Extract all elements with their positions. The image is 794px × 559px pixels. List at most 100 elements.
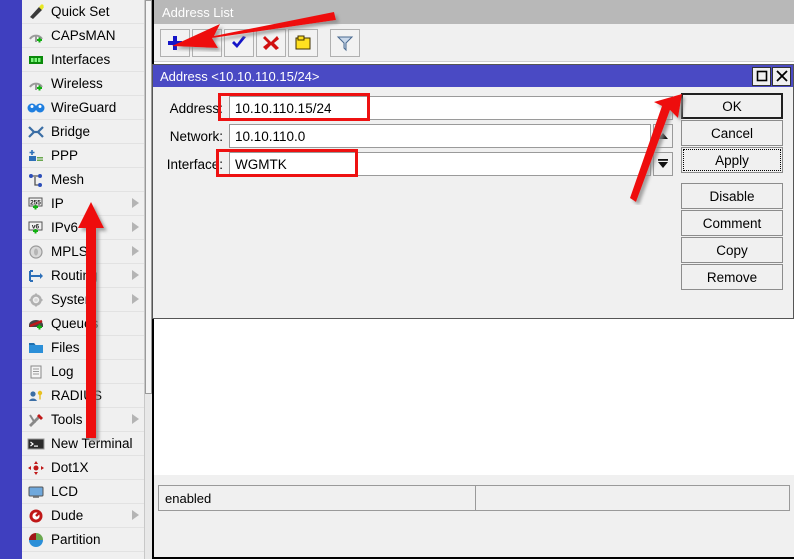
apply-button[interactable]: Apply — [681, 147, 783, 173]
sidebar-item-new-terminal[interactable]: New Terminal — [22, 432, 144, 456]
quickset-icon — [25, 3, 47, 21]
sidebar-item-label: LCD — [51, 483, 79, 499]
caret-up-icon — [658, 133, 668, 139]
address-field[interactable]: 10.10.110.15/24 — [228, 96, 673, 120]
sidebar-item-label: Wireless — [51, 75, 103, 91]
disable-dialog-button[interactable]: Disable — [681, 183, 783, 209]
add-button[interactable] — [160, 28, 190, 57]
sidebar-item-label: Tools — [51, 411, 83, 427]
dot1x-icon — [25, 459, 47, 477]
sidebar-item-lcd[interactable]: LCD — [22, 480, 144, 504]
remove-button[interactable] — [192, 28, 222, 57]
sidebar-item-label: MPLS — [51, 243, 88, 259]
status-bar: enabled — [154, 475, 794, 517]
note-icon — [295, 35, 311, 49]
plus-icon — [168, 35, 182, 50]
ok-button[interactable]: OK — [681, 93, 783, 119]
sidebar-item-label: Dude — [51, 507, 84, 523]
sidebar-item-label: Dot1X — [51, 459, 89, 475]
partition-icon — [25, 531, 47, 549]
address-dialog-form: Address: 10.10.110.15/24 Network: 10.10.… — [153, 87, 673, 187]
submenu-arrow-icon — [132, 510, 139, 520]
submenu-arrow-icon — [132, 246, 139, 256]
sidebar-item-label: System — [51, 291, 97, 307]
sidebar-item-files[interactable]: Files — [22, 336, 144, 360]
sidebar-item-mpls[interactable]: MPLS — [22, 240, 144, 264]
mesh-icon — [25, 171, 47, 189]
sidebar-item-label: Queues — [51, 315, 99, 331]
copy-button[interactable]: Copy — [681, 237, 783, 263]
minus-icon — [200, 40, 214, 45]
sidebar-item-mesh[interactable]: Mesh — [22, 168, 144, 192]
address-dialog: Address <10.10.110.15/24> Address: 10.10… — [152, 64, 794, 319]
network-row: Network: 10.10.110.0 — [159, 124, 673, 148]
winbox-sidebar: Quick Set CAPsMAN Interfaces Wireless WireGu… — [0, 0, 152, 559]
address-list-titlebar[interactable]: Address List — [154, 0, 794, 24]
sidebar-item-bridge[interactable]: Bridge — [22, 120, 144, 144]
sidebar-item-label: IPv6 — [51, 219, 79, 235]
sidebar-item-ip[interactable]: 255 IP — [22, 192, 144, 216]
cancel-button[interactable]: Cancel — [681, 120, 783, 146]
interface-dropdown-button[interactable] — [653, 152, 673, 176]
filter-button[interactable] — [330, 28, 360, 57]
sidebar-item-wireless[interactable]: Wireless — [22, 72, 144, 96]
sidebar-item-dot1x[interactable]: Dot1X — [22, 456, 144, 480]
sidebar-item-dude[interactable]: Dude — [22, 504, 144, 528]
network-label: Network: — [169, 128, 223, 144]
sidebar-item-wireguard[interactable]: WireGuard — [22, 96, 144, 120]
close-button[interactable] — [772, 66, 791, 86]
lcd-icon — [25, 483, 47, 501]
sidebar-item-radius[interactable]: RADIUS — [22, 384, 144, 408]
interface-field[interactable]: WGMTK — [229, 152, 651, 176]
network-field[interactable]: 10.10.110.0 — [229, 124, 651, 148]
sidebar-item-interfaces[interactable]: Interfaces — [22, 48, 144, 72]
sidebar-item-capsman[interactable]: CAPsMAN — [22, 24, 144, 48]
mpls-icon — [25, 243, 47, 261]
maximize-icon — [756, 70, 767, 82]
maximize-button[interactable] — [752, 66, 771, 86]
sidebar-item-quick-set[interactable]: Quick Set — [22, 0, 144, 24]
sidebar-item-label: Files — [51, 339, 80, 355]
sidebar-item-label: WireGuard — [51, 99, 117, 115]
remove-button[interactable]: Remove — [681, 264, 783, 290]
disable-button[interactable] — [256, 28, 286, 57]
ppp-icon — [25, 147, 47, 165]
wireguard-icon — [25, 99, 47, 117]
funnel-icon — [336, 36, 354, 51]
sidebar-item-tools[interactable]: Tools — [22, 408, 144, 432]
wireless-icon — [25, 75, 47, 93]
sidebar-item-routing[interactable]: Routing — [22, 264, 144, 288]
sidebar-item-ppp[interactable]: PPP — [22, 144, 144, 168]
address-row: Address: 10.10.110.15/24 — [159, 96, 673, 120]
files-icon — [25, 339, 47, 357]
sidebar-item-queues[interactable]: Queues — [22, 312, 144, 336]
button-group-spacer — [681, 174, 789, 183]
sidebar-item-partition[interactable]: Partition — [22, 528, 144, 552]
routing-icon — [25, 267, 47, 285]
sidebar-item-label: Bridge — [51, 123, 91, 139]
window-button-group — [751, 66, 793, 86]
sidebar-item-log[interactable]: Log — [22, 360, 144, 384]
sidebar-item-label: Routing — [51, 267, 98, 283]
network-dropdown-button[interactable] — [653, 124, 673, 148]
cross-icon — [263, 35, 279, 50]
sidebar-item-system[interactable]: System — [22, 288, 144, 312]
submenu-arrow-icon — [132, 270, 139, 280]
sidebar-accent-strip — [0, 0, 22, 559]
sidebar-menu: Quick Set CAPsMAN Interfaces Wireless WireGu… — [22, 0, 145, 559]
address-dialog-titlebar[interactable]: Address <10.10.110.15/24> — [153, 65, 793, 87]
comment-dialog-button[interactable]: Comment — [681, 210, 783, 236]
log-icon — [25, 363, 47, 381]
sidebar-item-ipv6[interactable]: v6 IPv6 — [22, 216, 144, 240]
enable-button[interactable] — [224, 28, 254, 57]
submenu-arrow-icon — [132, 198, 139, 208]
submenu-arrow-icon — [132, 414, 139, 424]
sidebar-scrollbar-thumb[interactable] — [145, 0, 152, 394]
address-list-toolbar — [154, 24, 794, 62]
caret-down-bar-icon — [658, 159, 668, 168]
capsman-icon — [25, 27, 47, 45]
sidebar-item-label: Partition — [51, 531, 101, 547]
sidebar-item-label: Mesh — [51, 171, 85, 187]
ip-icon: 255 — [25, 195, 47, 213]
comment-button[interactable] — [288, 28, 318, 57]
